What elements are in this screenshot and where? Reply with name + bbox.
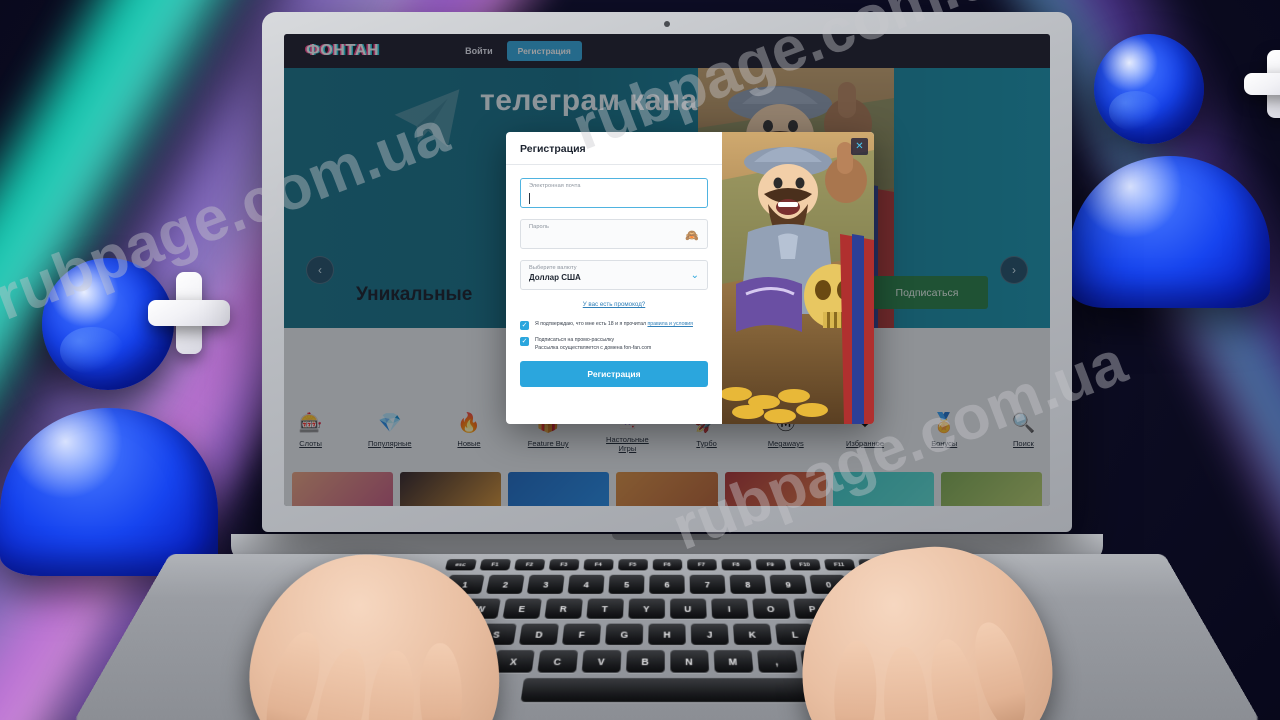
- key[interactable]: F3: [548, 559, 579, 571]
- key[interactable]: F1: [478, 559, 511, 571]
- password-field[interactable]: Пароль 🙈: [520, 219, 708, 249]
- key[interactable]: F: [562, 623, 602, 645]
- promo-code-link[interactable]: У вас есть промокод?: [520, 301, 708, 308]
- key[interactable]: 3: [526, 574, 565, 594]
- finger: [364, 648, 419, 720]
- key[interactable]: B: [625, 650, 665, 673]
- close-icon[interactable]: ✕: [851, 138, 868, 155]
- laptop-lid: ФОНТАН Войти Регистрация телеграм канал: [262, 12, 1072, 532]
- key[interactable]: G: [605, 623, 644, 645]
- chevron-down-icon[interactable]: ⌄: [691, 270, 699, 281]
- key[interactable]: M: [713, 650, 753, 673]
- key[interactable]: F4: [582, 559, 614, 571]
- key[interactable]: C: [536, 650, 578, 673]
- currency-label: Выберите валюту: [529, 265, 577, 271]
- key[interactable]: J: [690, 623, 729, 645]
- key[interactable]: 7: [689, 574, 726, 594]
- age-consent-label: Я подтверждаю, что мне есть 18 и я прочи…: [535, 321, 646, 327]
- key[interactable]: F5: [617, 559, 648, 571]
- email-label: Электронная почта: [529, 183, 581, 189]
- finger: [418, 642, 463, 720]
- newsletter-consent-row[interactable]: ✓ Подписаться на промо-рассылку Рассылка…: [520, 337, 708, 352]
- webcam-icon: [664, 21, 670, 27]
- currency-select[interactable]: Выберите валюту Доллар США ⌄: [520, 260, 708, 290]
- finger: [832, 640, 879, 720]
- key[interactable]: 4: [567, 574, 605, 594]
- finger: [881, 645, 932, 720]
- newsletter-label: Подписаться на промо-рассылку: [535, 337, 615, 343]
- key[interactable]: F7: [686, 559, 717, 571]
- modal-artwork: ✕: [722, 132, 874, 424]
- age-consent-text: Я подтверждаю, что мне есть 18 и я прочи…: [535, 321, 693, 330]
- submit-button[interactable]: Регистрация: [520, 361, 708, 388]
- key[interactable]: T: [585, 598, 624, 619]
- key[interactable]: Y: [627, 598, 665, 619]
- key[interactable]: O: [751, 598, 791, 619]
- casino-website: ФОНТАН Войти Регистрация телеграм канал: [284, 34, 1050, 506]
- modal-title: Регистрация: [520, 143, 586, 155]
- key[interactable]: 2: [486, 574, 525, 594]
- key[interactable]: E: [502, 598, 542, 619]
- key[interactable]: H: [648, 623, 686, 645]
- text-caret: [529, 193, 530, 204]
- key[interactable]: D: [518, 623, 559, 645]
- registration-modal: Регистрация Электронная почта Пароль 🙈 В…: [506, 132, 874, 424]
- newsletter-consent-text: Подписаться на промо-рассылку Рассылка о…: [535, 337, 651, 352]
- key[interactable]: F11: [823, 559, 856, 571]
- age-checkbox[interactable]: ✓: [520, 321, 529, 330]
- newsletter-checkbox[interactable]: ✓: [520, 337, 529, 346]
- registration-form: Регистрация Электронная почта Пароль 🙈 В…: [506, 132, 722, 424]
- key[interactable]: ,: [756, 650, 798, 673]
- key[interactable]: I: [710, 598, 749, 619]
- laptop: ФОНТАН Войти Регистрация телеграм канал: [231, 12, 1103, 562]
- key[interactable]: V: [581, 650, 621, 673]
- key[interactable]: R: [543, 598, 583, 619]
- key[interactable]: N: [669, 650, 709, 673]
- key[interactable]: K: [732, 623, 772, 645]
- laptop-screen: ФОНТАН Войти Регистрация телеграм канал: [284, 34, 1050, 506]
- key[interactable]: U: [669, 598, 707, 619]
- key[interactable]: 9: [769, 574, 808, 594]
- key[interactable]: F2: [513, 559, 545, 571]
- key[interactable]: 5: [608, 574, 645, 594]
- key[interactable]: esc: [444, 559, 477, 571]
- space-key[interactable]: [520, 678, 814, 702]
- key[interactable]: F10: [789, 559, 821, 571]
- key[interactable]: F6: [652, 559, 682, 571]
- key[interactable]: F9: [755, 559, 786, 571]
- age-consent-row[interactable]: ✓ Я подтверждаю, что мне есть 18 и я про…: [520, 321, 708, 330]
- user-head-icon: [1094, 34, 1204, 144]
- email-field[interactable]: Электронная почта: [520, 178, 708, 208]
- eye-off-icon[interactable]: 🙈: [685, 229, 699, 242]
- key[interactable]: 6: [649, 574, 685, 594]
- newsletter-sublabel: Рассылка осуществляется с домена fon-fan…: [535, 344, 652, 351]
- key[interactable]: 8: [729, 574, 767, 594]
- password-label: Пароль: [529, 224, 550, 230]
- terms-link[interactable]: правила и условия: [647, 321, 693, 327]
- divider: [506, 164, 722, 165]
- currency-value: Доллар США: [529, 273, 581, 282]
- key[interactable]: F8: [720, 559, 752, 571]
